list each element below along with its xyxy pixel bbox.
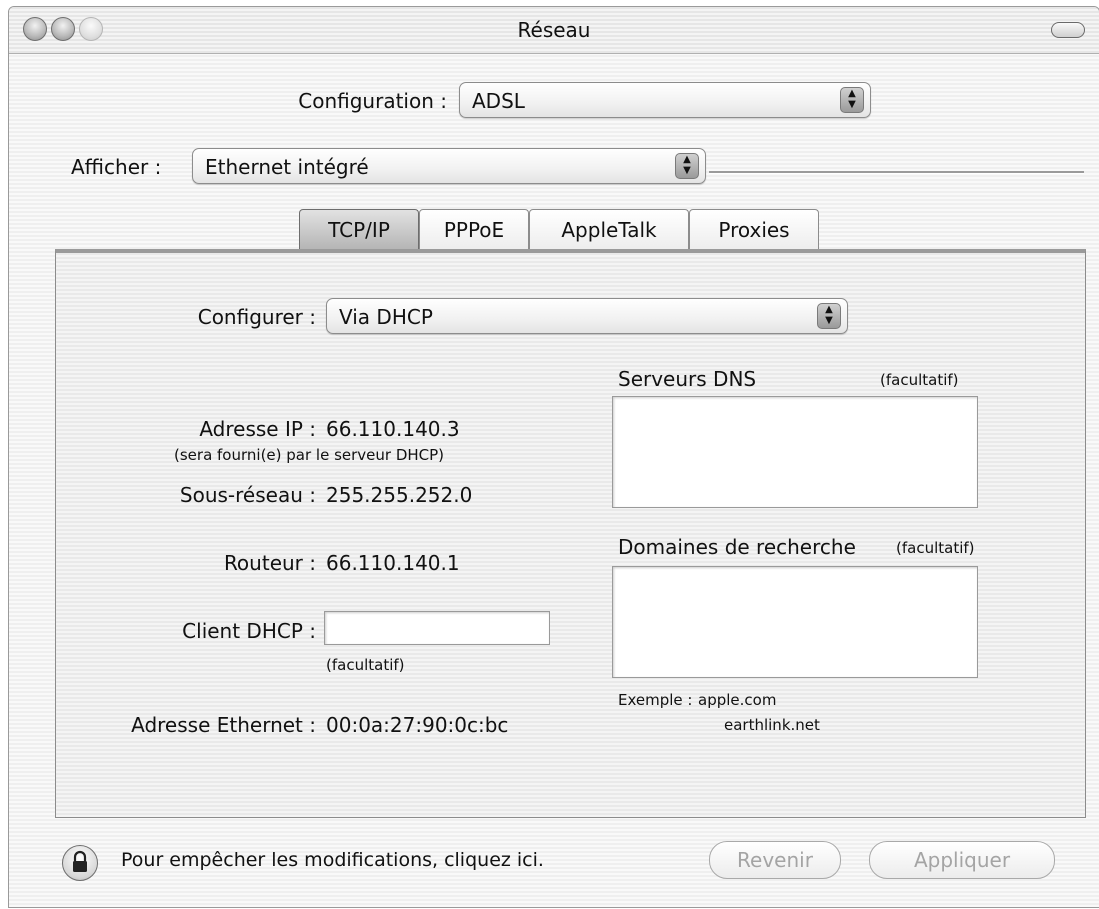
popup-arrows-icon: ▲ ▼: [675, 153, 699, 179]
search-domains-label: Domaines de recherche: [618, 535, 856, 559]
configurer-label: Configurer :: [197, 305, 316, 329]
revert-button[interactable]: Revenir: [709, 841, 841, 879]
ethernet-address-label: Adresse Ethernet :: [131, 713, 316, 737]
configurer-popup[interactable]: Via DHCP ▲ ▼: [326, 298, 848, 334]
subnet-label: Sous-réseau :: [179, 483, 316, 507]
lock-icon: [73, 850, 87, 872]
dhcp-client-note: (facultatif): [326, 656, 405, 674]
ip-address-value: 66.110.140.3: [326, 417, 460, 441]
afficher-popup[interactable]: Ethernet intégré ▲ ▼: [192, 148, 706, 184]
apply-button[interactable]: Appliquer: [869, 841, 1055, 879]
window-title: Réseau: [517, 18, 591, 42]
tab-appletalk[interactable]: AppleTalk: [529, 209, 689, 250]
example-domain-1: apple.com: [698, 691, 777, 709]
tab-tcpip[interactable]: TCP/IP: [299, 209, 419, 250]
toolbar-toggle-button[interactable]: [1051, 22, 1085, 38]
afficher-label: Afficher :: [71, 155, 162, 179]
ip-address-label: Adresse IP :: [199, 417, 316, 441]
configuration-popup[interactable]: ADSL ▲ ▼: [459, 82, 871, 118]
example-domain-2: earthlink.net: [724, 716, 820, 734]
subnet-value: 255.255.252.0: [326, 483, 473, 507]
configuration-label: Configuration :: [298, 89, 447, 113]
dns-servers-label: Serveurs DNS: [618, 367, 757, 391]
dns-optional-note: (facultatif): [880, 371, 959, 389]
example-label: Exemple :: [618, 691, 693, 709]
configurer-value: Via DHCP: [339, 305, 433, 329]
lock-message: Pour empêcher les modifications, cliquez…: [121, 849, 544, 871]
search-optional-note: (facultatif): [896, 539, 975, 557]
popup-arrows-icon: ▲ ▼: [840, 87, 864, 113]
tab-proxies[interactable]: Proxies: [689, 209, 819, 250]
separator: [709, 171, 1084, 174]
configuration-value: ADSL: [472, 89, 525, 113]
afficher-value: Ethernet intégré: [205, 155, 369, 179]
search-domains-field[interactable]: [612, 566, 978, 678]
dhcp-client-label: Client DHCP :: [182, 619, 316, 643]
ethernet-address-value: 00:0a:27:90:0c:bc: [326, 713, 509, 737]
lock-button[interactable]: [62, 845, 98, 881]
ip-address-note: (sera fourni(e) par le serveur DHCP): [174, 446, 445, 464]
tab-pppoe[interactable]: PPPoE: [419, 209, 529, 250]
tcpip-panel: Configurer : Via DHCP ▲ ▼ Adresse IP : 66…: [55, 249, 1086, 818]
popup-arrows-icon: ▲ ▼: [817, 303, 841, 329]
router-label: Routeur :: [223, 551, 316, 575]
network-preferences-window: Réseau Configuration : ADSL ▲ ▼ Afficher …: [8, 6, 1099, 908]
title-bar: Réseau: [9, 7, 1099, 54]
router-value: 66.110.140.1: [326, 551, 460, 575]
dhcp-client-field[interactable]: [324, 611, 550, 645]
dns-servers-field[interactable]: [612, 396, 978, 508]
